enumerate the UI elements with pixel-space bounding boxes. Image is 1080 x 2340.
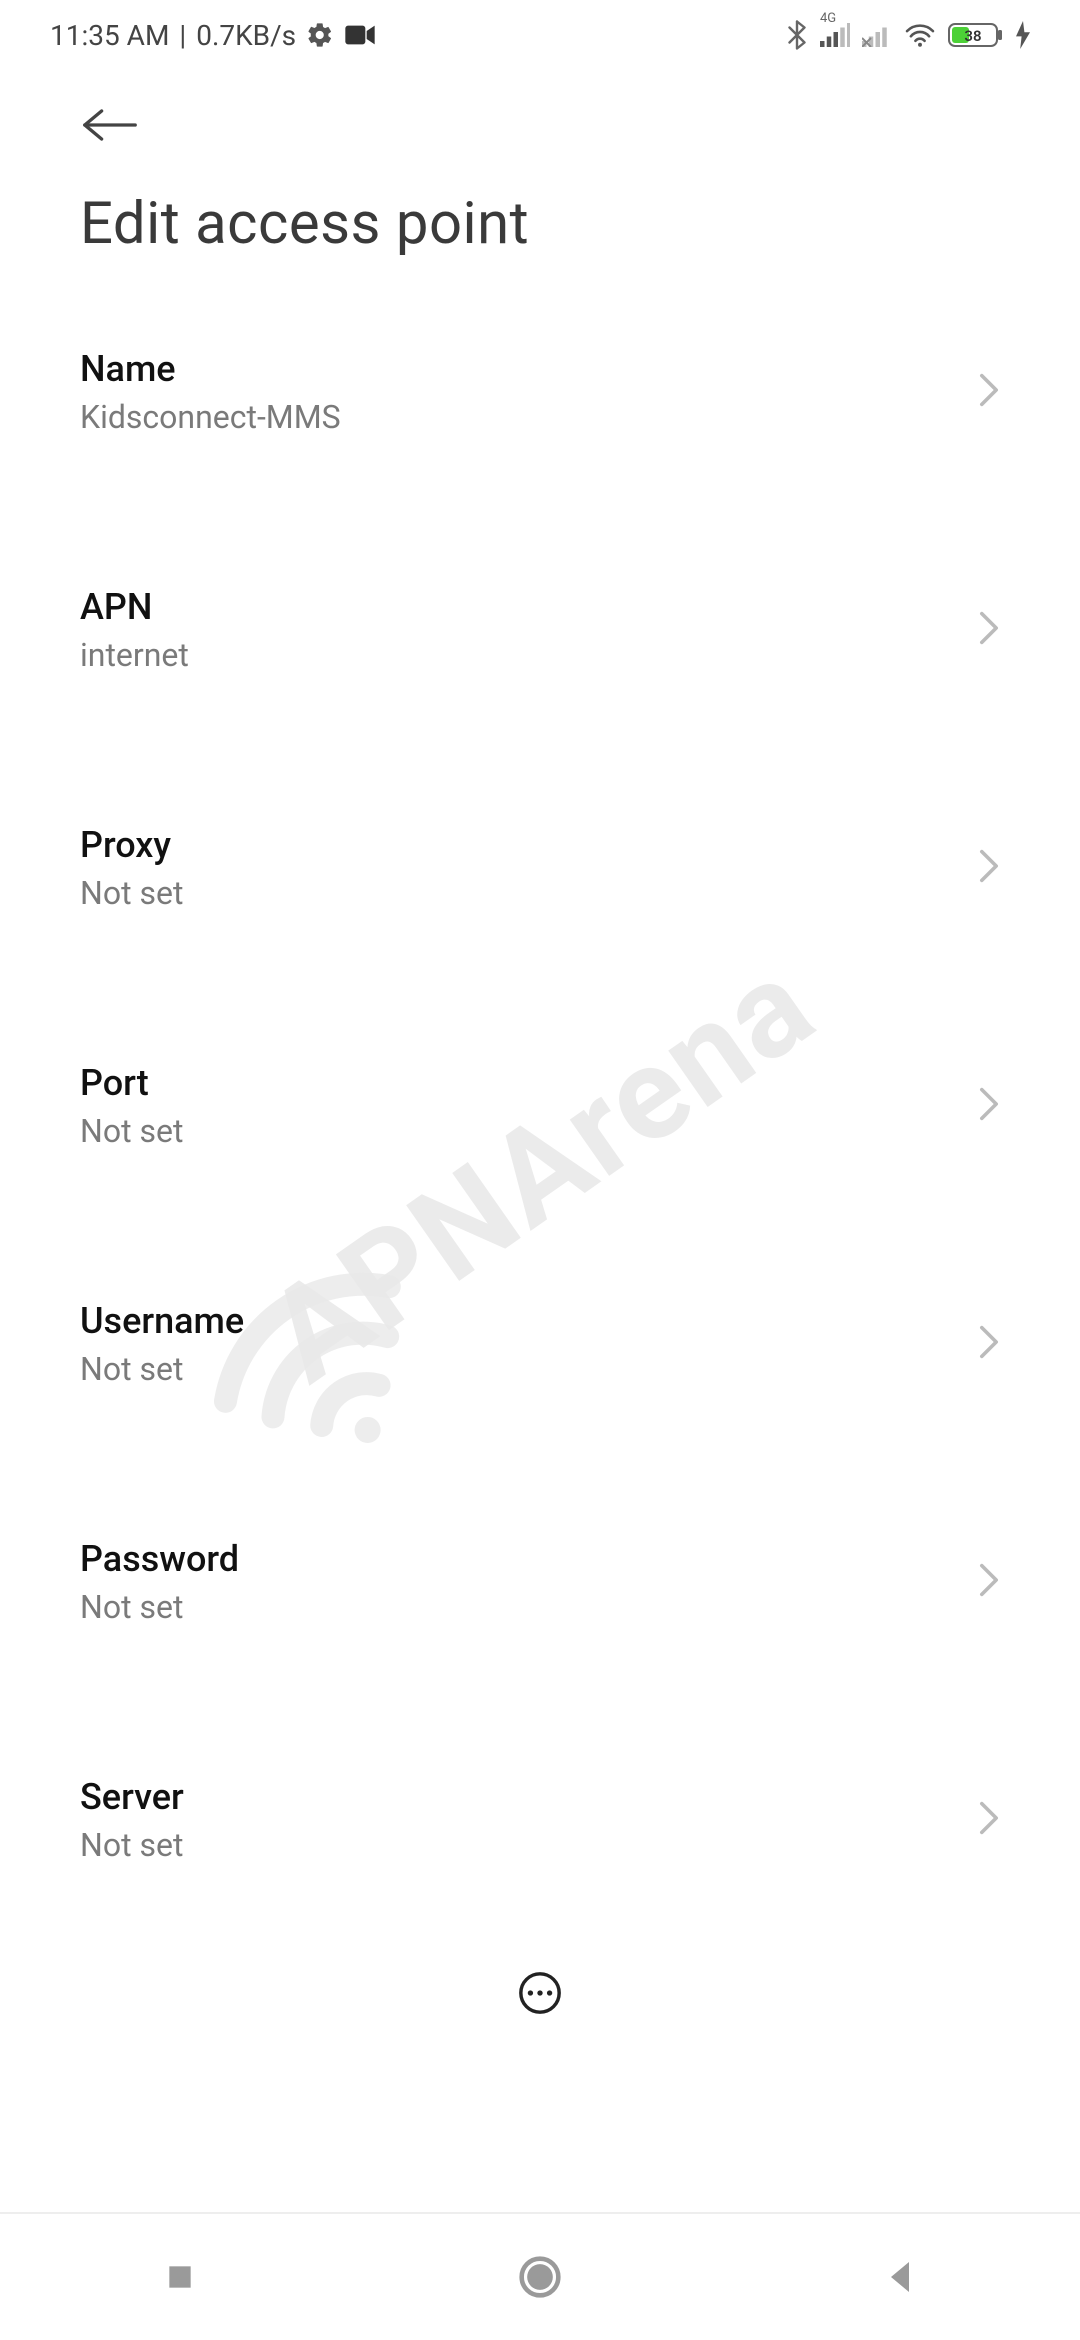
- status-right: 4G 38: [786, 20, 1030, 50]
- status-left: 11:35 AM | 0.7KB/s: [50, 19, 376, 52]
- row-label: Proxy: [80, 824, 978, 866]
- row-value: Not set: [80, 1350, 978, 1388]
- row-value: Not set: [80, 1588, 978, 1626]
- setting-row-password[interactable]: Password Not set: [0, 1498, 1080, 1666]
- settings-list: Name Kidsconnect-MMS APN internet Proxy …: [0, 268, 1080, 2072]
- chevron-right-icon: [978, 1324, 1000, 1364]
- row-label: Username: [80, 1300, 978, 1342]
- row-value: Kidsconnect-MMS: [80, 398, 978, 436]
- row-label: Name: [80, 348, 978, 390]
- setting-row-server[interactable]: Server Not set: [0, 1736, 1080, 1904]
- row-label: APN: [80, 586, 978, 628]
- row-value: Not set: [80, 874, 978, 912]
- row-value: Not set: [80, 1112, 978, 1150]
- chevron-right-icon: [978, 372, 1000, 412]
- bluetooth-icon: [786, 20, 808, 50]
- status-data-rate: 0.7KB/s: [196, 19, 296, 52]
- signal-4g-icon: 4G: [820, 23, 850, 47]
- more-button[interactable]: More: [510, 1970, 570, 2058]
- page-title: Edit access point: [80, 190, 1000, 258]
- chevron-right-icon: [978, 1562, 1000, 1602]
- status-time: 11:35 AM: [50, 19, 169, 52]
- row-label: Port: [80, 1062, 978, 1104]
- signal-4g-label: 4G: [820, 11, 836, 26]
- gear-icon: [306, 21, 334, 49]
- row-label: Password: [80, 1538, 978, 1580]
- setting-row-proxy[interactable]: Proxy Not set: [0, 784, 1080, 952]
- signal-nosim-icon: [862, 23, 892, 47]
- more-label: More: [510, 2028, 570, 2058]
- nav-bar: [0, 2212, 1080, 2340]
- video-camera-icon: [344, 24, 376, 46]
- back-button[interactable]: [80, 100, 140, 150]
- setting-row-username[interactable]: Username Not set: [0, 1260, 1080, 1428]
- triangle-left-icon: [884, 2259, 916, 2295]
- action-bar: More: [0, 1944, 1080, 2084]
- row-label: Server: [80, 1776, 978, 1818]
- row-value: internet: [80, 636, 978, 674]
- chevron-right-icon: [978, 610, 1000, 650]
- nav-back-button[interactable]: [872, 2249, 928, 2305]
- more-icon: [517, 1970, 563, 2020]
- battery-pct: 38: [964, 27, 981, 45]
- chevron-right-icon: [978, 848, 1000, 888]
- nav-home-button[interactable]: [512, 2249, 568, 2305]
- header: Edit access point: [0, 70, 1080, 268]
- wifi-icon: [904, 22, 936, 48]
- nav-recent-button[interactable]: [152, 2249, 208, 2305]
- status-sep: |: [179, 19, 186, 52]
- chevron-right-icon: [978, 1800, 1000, 1840]
- battery-icon: 38: [948, 21, 1004, 49]
- status-bar: 11:35 AM | 0.7KB/s 4G: [0, 0, 1080, 70]
- square-icon: [164, 2261, 196, 2293]
- arrow-left-icon: [82, 106, 138, 144]
- setting-row-port[interactable]: Port Not set: [0, 1022, 1080, 1190]
- charging-icon: [1016, 21, 1030, 49]
- circle-icon: [518, 2255, 562, 2299]
- setting-row-name[interactable]: Name Kidsconnect-MMS: [0, 308, 1080, 476]
- row-value: Not set: [80, 1826, 978, 1864]
- chevron-right-icon: [978, 1086, 1000, 1126]
- setting-row-apn[interactable]: APN internet: [0, 546, 1080, 714]
